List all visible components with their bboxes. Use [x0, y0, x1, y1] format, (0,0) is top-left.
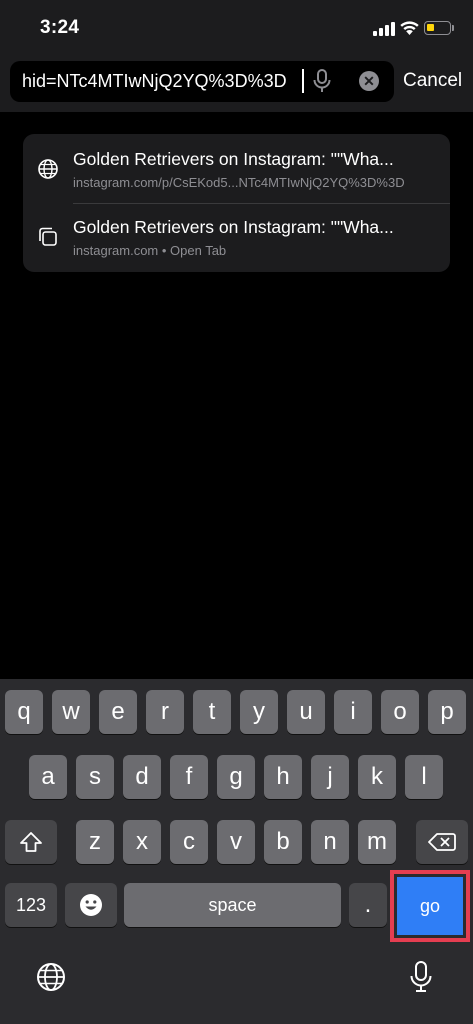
key-b[interactable]: b	[264, 820, 302, 864]
suggestion-item[interactable]: Golden Retrievers on Instagram: ""Wha...…	[23, 204, 450, 272]
numbers-key[interactable]: 123	[5, 883, 57, 927]
key-q[interactable]: q	[5, 690, 43, 734]
key-l[interactable]: l	[405, 755, 443, 799]
suggestion-title: Golden Retrievers on Instagram: ""Wha...	[73, 149, 394, 169]
key-a[interactable]: a	[29, 755, 67, 799]
suggestion-title: Golden Retrievers on Instagram: ""Wha...	[73, 217, 394, 237]
globe-icon	[38, 159, 58, 179]
status-time: 3:24	[40, 17, 80, 38]
cellular-signal-icon	[373, 22, 395, 36]
globe-icon[interactable]	[36, 962, 66, 992]
wifi-icon	[400, 21, 419, 35]
key-x[interactable]: x	[123, 820, 161, 864]
key-u[interactable]: u	[287, 690, 325, 734]
shift-icon	[20, 832, 42, 852]
key-g[interactable]: g	[217, 755, 255, 799]
microphone-icon[interactable]	[409, 960, 433, 994]
key-y[interactable]: y	[240, 690, 278, 734]
key-k[interactable]: k	[358, 755, 396, 799]
go-button[interactable]: go	[397, 877, 463, 935]
key-p[interactable]: p	[428, 690, 466, 734]
key-r[interactable]: r	[146, 690, 184, 734]
cancel-button[interactable]: Cancel	[403, 70, 462, 92]
shift-key[interactable]	[5, 820, 57, 864]
key-e[interactable]: e	[99, 690, 137, 734]
key-v[interactable]: v	[217, 820, 255, 864]
backspace-icon	[428, 833, 456, 851]
key-n[interactable]: n	[311, 820, 349, 864]
suggestion-subtitle: instagram.com • Open Tab	[73, 243, 227, 258]
key-m[interactable]: m	[358, 820, 396, 864]
key-w[interactable]: w	[52, 690, 90, 734]
period-key[interactable]: .	[349, 883, 387, 927]
text-cursor	[302, 69, 304, 93]
key-i[interactable]: i	[334, 690, 372, 734]
microphone-icon[interactable]	[311, 68, 333, 94]
url-text[interactable]: hid=NTc4MTIwNjQ2YQ%3D%3D	[22, 71, 310, 92]
key-s[interactable]: s	[76, 755, 114, 799]
key-h[interactable]: h	[264, 755, 302, 799]
emoji-icon	[80, 894, 102, 916]
key-t[interactable]: t	[193, 690, 231, 734]
battery-icon	[424, 21, 451, 35]
emoji-key[interactable]	[65, 883, 117, 927]
tabs-icon	[39, 227, 57, 246]
suggestion-item[interactable]: Golden Retrievers on Instagram: ""Wha...…	[23, 134, 450, 203]
key-j[interactable]: j	[311, 755, 349, 799]
key-o[interactable]: o	[381, 690, 419, 734]
clear-text-button[interactable]: ✕	[359, 71, 379, 91]
suggestions-panel: Golden Retrievers on Instagram: ""Wha...…	[23, 134, 450, 272]
key-z[interactable]: z	[76, 820, 114, 864]
close-icon: ✕	[363, 73, 375, 89]
battery-tip	[452, 25, 454, 31]
suggestion-subtitle: instagram.com/p/CsEKod5...NTc4MTIwNjQ2YQ…	[73, 175, 405, 190]
key-f[interactable]: f	[170, 755, 208, 799]
url-field[interactable]: hid=NTc4MTIwNjQ2YQ%3D%3D ✕	[10, 61, 394, 102]
space-key[interactable]: space	[124, 883, 341, 927]
key-c[interactable]: c	[170, 820, 208, 864]
key-d[interactable]: d	[123, 755, 161, 799]
delete-key[interactable]	[416, 820, 468, 864]
